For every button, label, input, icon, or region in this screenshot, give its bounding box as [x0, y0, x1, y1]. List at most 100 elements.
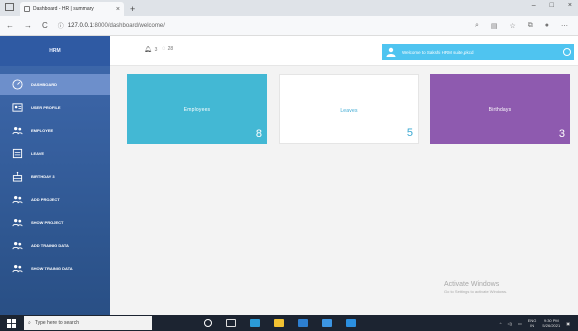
card-value: 5	[406, 127, 413, 139]
birthday-icon	[12, 171, 23, 182]
page-icon	[24, 6, 30, 12]
sidebar-item-dashboard[interactable]: DASHBOARD	[0, 74, 110, 95]
new-tab-button[interactable]: +	[130, 4, 135, 14]
mail-icon[interactable]	[322, 319, 332, 327]
chat-icon: ◌	[162, 46, 166, 52]
top-header: 🔔︎ 3 ◌ 28 Welcome to Sakshi HRM suite,pk…	[110, 36, 578, 66]
taskbar-apps	[204, 319, 356, 327]
taskbar-search[interactable]: ⌕ Type here to search	[24, 316, 152, 330]
browser-tab-bar: Dashboard - HR | summary × + – □ ×	[0, 0, 578, 16]
reader-icon[interactable]: ▤	[491, 22, 498, 30]
tray-chevron-icon[interactable]: ^	[500, 321, 502, 326]
sidebar-item-label: LEAVE	[31, 151, 45, 156]
url-path: :8000/dashboard/welcome/	[92, 22, 165, 29]
notification-count: 3	[154, 46, 158, 53]
bell-icon: 🔔︎	[144, 47, 152, 53]
tab-title: Dashboard - HR | summary	[33, 6, 94, 12]
add-project-icon	[12, 194, 23, 205]
sidebar-item-label: ADD PROJECT	[31, 197, 60, 202]
birthdays-card[interactable]: Birthdays 3	[430, 74, 570, 144]
sidebar-item-label: ADD TRAINIG DATA	[31, 243, 69, 248]
activate-windows-watermark: Activate Windows Go to Settings to activ…	[444, 281, 507, 294]
sidebar-item-label: BIRTHDAY 3	[31, 174, 55, 179]
card-value: 8	[255, 128, 262, 140]
sidebar-item-birthday[interactable]: BIRTHDAY 3	[0, 166, 110, 187]
message-count: 28	[167, 46, 174, 52]
taskbar: ⌕ Type here to search ^ ◁) ▭ ENG IN 9:30…	[0, 315, 578, 331]
volume-icon[interactable]: ◁)	[508, 321, 512, 326]
sidebar-item-add-training-data[interactable]: ADD TRAINIG DATA	[0, 235, 110, 256]
welcome-text: Welcome to Sakshi HRM suite,pkcd	[402, 49, 474, 55]
system-clock[interactable]: 9:30 PM 5/26/2021	[542, 318, 560, 328]
collections-icon[interactable]: ⧉	[528, 22, 533, 30]
dashboard-main: Employees 8 Leaves 5 Birthdays 3	[110, 66, 578, 315]
browser-toolbar-icons: ⌕ ▤ ☆ ⧉ ● ⋯	[475, 22, 568, 30]
url-host: 127.0.0.1	[67, 22, 93, 29]
sidebar-item-label: SHOW PROJECT	[31, 220, 64, 225]
sidebar-item-label: DASHBOARD	[31, 82, 57, 87]
address-bar: ← → C ⓘ 127.0.0.1:8000/dashboard/welcome…	[0, 16, 578, 36]
browser-tab[interactable]: Dashboard - HR | summary ×	[20, 2, 124, 16]
sidebar-item-leave[interactable]: LEAVE	[0, 143, 110, 164]
vscode-icon[interactable]	[346, 319, 356, 327]
card-value: 3	[558, 128, 565, 140]
file-explorer-icon[interactable]	[274, 319, 284, 327]
minimize-button[interactable]: –	[532, 2, 536, 9]
url-field[interactable]: ⓘ 127.0.0.1:8000/dashboard/welcome/	[57, 21, 465, 31]
sidebar-item-user-profile[interactable]: USER PROFILE	[0, 97, 110, 118]
windows-start-icon[interactable]	[4, 318, 18, 328]
watermark-subtitle: Go to Settings to activate Windows.	[444, 289, 508, 294]
gear-icon[interactable]	[563, 48, 571, 56]
close-window-button[interactable]: ×	[568, 2, 572, 9]
employees-card[interactable]: Employees 8	[127, 74, 267, 144]
window-menu-icon[interactable]	[5, 3, 14, 11]
messages-button[interactable]: ◌ 28	[162, 46, 173, 52]
profile-icon[interactable]: ●	[545, 22, 549, 30]
dashboard-icon	[12, 79, 23, 90]
leaves-card[interactable]: Leaves 5	[279, 74, 419, 144]
show-project-icon	[12, 217, 23, 228]
system-tray: ^ ◁) ▭ ENG IN 9:30 PM 5/26/2021 ▣	[500, 318, 570, 328]
edge-icon[interactable]	[250, 319, 260, 327]
welcome-bar: Welcome to Sakshi HRM suite,pkcd	[382, 44, 574, 60]
network-icon[interactable]: ▭	[518, 321, 522, 326]
card-label: Employees	[183, 107, 211, 113]
cortana-icon[interactable]	[204, 319, 212, 327]
search-icon: ⌕	[28, 320, 31, 326]
notifications-center-icon[interactable]: ▣	[566, 321, 570, 326]
sidebar-item-add-project[interactable]: ADD PROJECT	[0, 189, 110, 210]
sidebar-item-employee[interactable]: EMPLOYEE	[0, 120, 110, 141]
show-training-icon	[12, 263, 23, 274]
employee-icon	[12, 125, 23, 136]
window-controls: – □ ×	[532, 2, 572, 9]
sidebar-item-label: USER PROFILE	[31, 105, 61, 110]
user-icon	[386, 47, 396, 57]
search-icon[interactable]: ⌕	[475, 22, 479, 30]
back-button[interactable]: ←	[6, 21, 14, 30]
maximize-button[interactable]: □	[550, 2, 554, 9]
card-label: Birthdays	[488, 107, 512, 113]
brand-logo[interactable]: HRM	[0, 36, 110, 66]
info-icon: ⓘ	[57, 24, 64, 30]
sidebar-nav: DASHBOARD USER PROFILE EMPLOYEE LEAVE BI…	[0, 74, 110, 279]
user-profile-icon	[12, 102, 23, 113]
store-icon[interactable]	[298, 319, 308, 327]
search-placeholder: Type here to search	[34, 320, 80, 326]
task-view-icon[interactable]	[226, 319, 236, 327]
sidebar-item-show-training-data[interactable]: SHOW TRAINIG DATA	[0, 258, 110, 279]
sidebar-item-label: SHOW TRAINIG DATA	[31, 266, 73, 271]
tab-close-icon[interactable]: ×	[116, 6, 120, 13]
favorites-icon[interactable]: ☆	[509, 22, 515, 30]
more-icon[interactable]: ⋯	[561, 22, 568, 30]
leave-icon	[12, 148, 23, 159]
reload-button[interactable]: C	[42, 21, 48, 30]
sidebar-item-label: EMPLOYEE	[31, 128, 54, 133]
watermark-title: Activate Windows	[444, 281, 500, 288]
sidebar: HRM DASHBOARD USER PROFILE EMPLOYEE LEAV…	[0, 36, 110, 315]
card-label: Leaves	[340, 108, 358, 114]
language-indicator[interactable]: ENG IN	[528, 318, 537, 328]
sidebar-item-show-project[interactable]: SHOW PROJECT	[0, 212, 110, 233]
forward-button[interactable]: →	[24, 21, 32, 30]
add-training-icon	[12, 240, 23, 251]
notifications-button[interactable]: 🔔︎ 3	[144, 46, 158, 54]
